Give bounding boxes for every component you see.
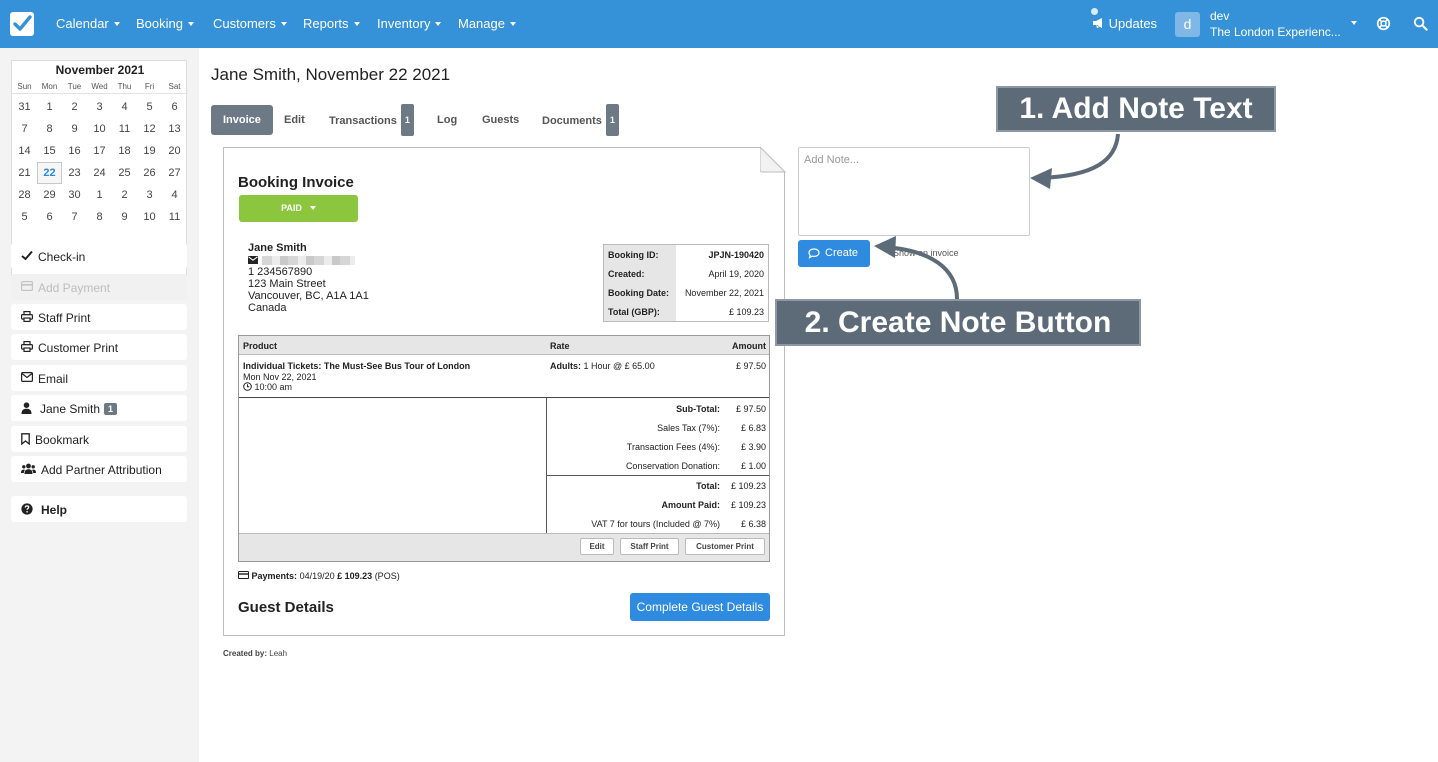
callout-arrow-2-head bbox=[874, 236, 896, 258]
callout-add-note-text: 1. Add Note Text bbox=[996, 86, 1276, 132]
callout-create-note-button: 2. Create Note Button bbox=[775, 299, 1141, 346]
callout-arrow-1-head bbox=[1030, 168, 1052, 189]
callout-arrow-1 bbox=[1039, 133, 1120, 180]
